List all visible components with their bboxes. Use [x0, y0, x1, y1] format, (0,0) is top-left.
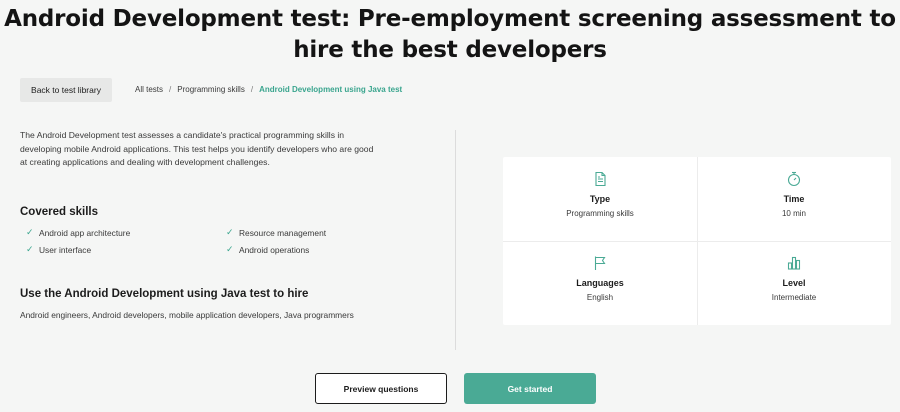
- hire-heading: Use the Android Development using Java t…: [20, 288, 309, 300]
- page-title-line-1: Android Development test: Pre-employment…: [4, 6, 896, 32]
- skill-label: Android app architecture: [39, 227, 131, 238]
- skill-label: Resource management: [239, 227, 327, 238]
- breadcrumb-programming-skills[interactable]: Programming skills: [177, 85, 245, 94]
- hire-roles-text: Android engineers, Android developers, m…: [20, 310, 354, 320]
- skill-label: Android operations: [239, 244, 310, 255]
- page-title: Android Development test: Pre-employment…: [0, 4, 900, 66]
- document-icon: [595, 171, 606, 187]
- check-icon: ✓: [26, 244, 34, 254]
- test-description: The Android Development test assesses a …: [20, 129, 410, 170]
- description-line: developing mobile Android applications. …: [20, 143, 374, 154]
- skill-item: ✓ Android app architecture: [26, 227, 226, 238]
- stopwatch-icon: [787, 171, 801, 187]
- description-line: at creating applications and dealing wit…: [20, 157, 270, 167]
- skill-label: User interface: [39, 244, 92, 255]
- info-type-value: Programming skills: [566, 209, 634, 218]
- info-type: Type Programming skills: [503, 157, 697, 241]
- breadcrumb-separator: /: [169, 85, 172, 94]
- column-divider: [455, 130, 456, 350]
- check-icon: ✓: [26, 227, 34, 237]
- check-icon: ✓: [226, 244, 234, 254]
- covered-skills-heading: Covered skills: [20, 206, 98, 218]
- skill-item: ✓ User interface: [26, 244, 226, 255]
- info-languages: Languages English: [503, 241, 697, 325]
- skills-list: ✓ Android app architecture ✓ Resource ma…: [26, 227, 366, 255]
- description-line: The Android Development test assesses a …: [20, 130, 345, 140]
- breadcrumb-current: Android Development using Java test: [259, 85, 403, 94]
- info-languages-label: Languages: [576, 278, 624, 288]
- back-to-library-button[interactable]: Back to test library: [20, 78, 112, 102]
- info-level: Level Intermediate: [697, 241, 891, 325]
- info-time: Time 10 min: [697, 157, 891, 241]
- breadcrumb-separator: /: [250, 85, 254, 94]
- skill-item: ✓ Resource management: [226, 227, 366, 238]
- breadcrumb: All tests / Programming skills / Android…: [135, 85, 402, 94]
- check-icon: ✓: [226, 227, 234, 237]
- skill-item: ✓ Android operations: [226, 244, 366, 255]
- info-languages-value: English: [586, 293, 614, 302]
- info-time-value: 10 min: [781, 209, 806, 218]
- info-level-value: Intermediate: [771, 293, 817, 302]
- get-started-button[interactable]: Get started: [464, 373, 596, 404]
- page-title-line-2: hire the best developers: [293, 37, 607, 63]
- test-info-card: Type Programming skills Time 10 min Lang…: [503, 157, 891, 325]
- info-type-label: Type: [589, 194, 611, 204]
- preview-questions-button[interactable]: Preview questions: [315, 373, 447, 404]
- bar-chart-icon: [787, 256, 801, 270]
- info-level-label: Level: [782, 278, 806, 288]
- flag-icon: [594, 256, 606, 270]
- breadcrumb-all-tests[interactable]: All tests: [135, 85, 163, 94]
- info-time-label: Time: [783, 194, 805, 204]
